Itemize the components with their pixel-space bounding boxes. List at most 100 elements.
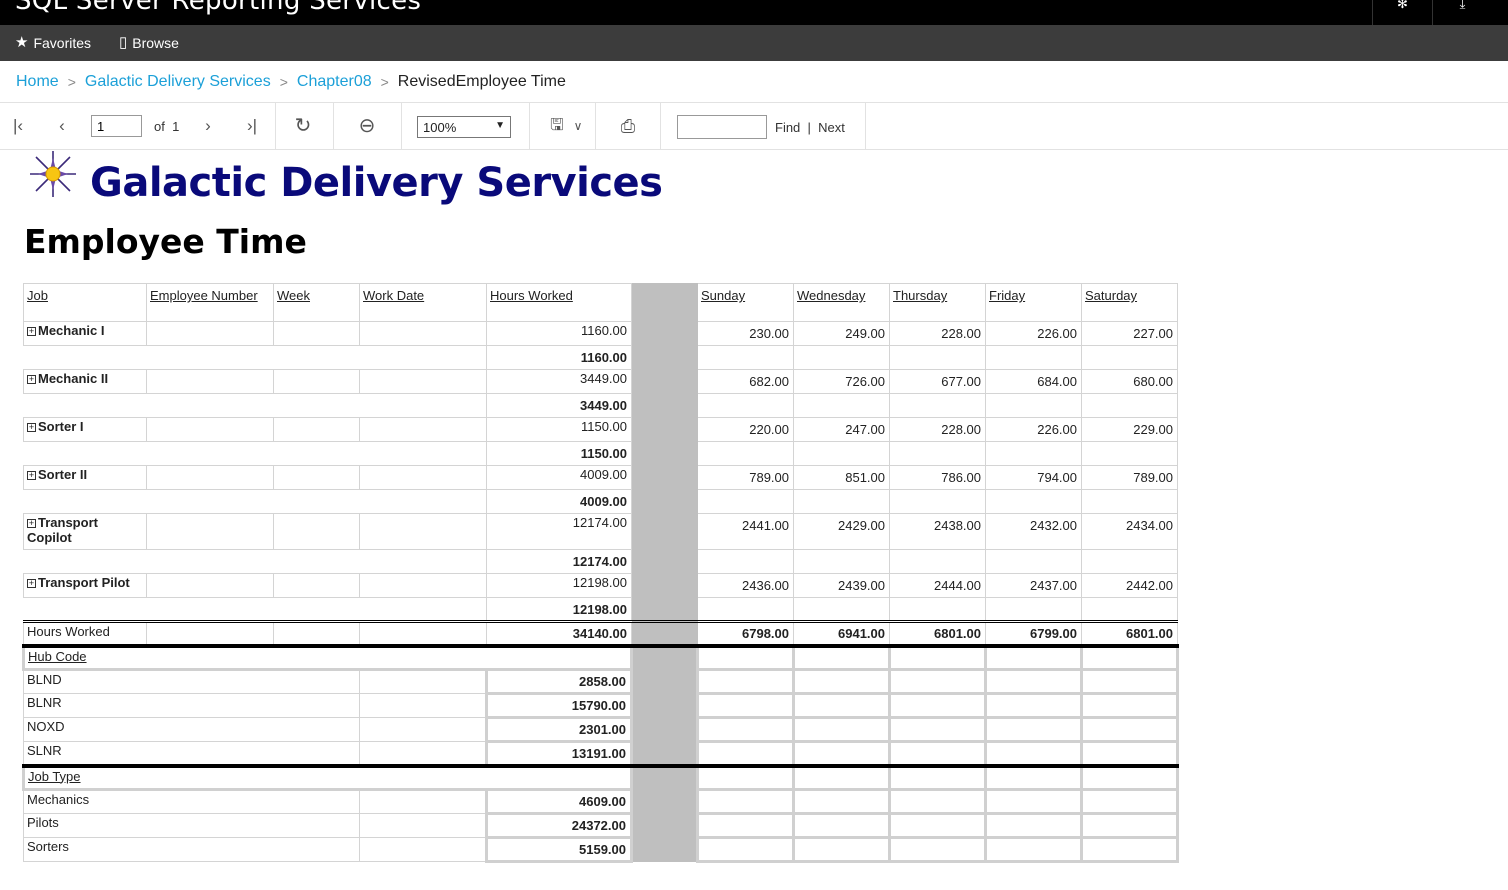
week-cell: [273, 321, 360, 346]
job-cell[interactable]: + Mechanic II: [23, 369, 147, 394]
browse-icon: ▯: [119, 34, 128, 51]
expand-icon[interactable]: +: [27, 423, 36, 432]
hub-code-value: 15790.00: [485, 692, 633, 719]
settings-icon[interactable]: ✻: [1372, 0, 1432, 25]
subtotal-spacer: [23, 345, 487, 370]
day-cell: 680.00: [1081, 369, 1178, 394]
col-saturday-header[interactable]: Saturday: [1081, 283, 1178, 322]
job-cell[interactable]: + Transport Pilot: [23, 573, 147, 598]
header-label[interactable]: Sunday: [701, 288, 745, 303]
employee-number-cell: [146, 465, 274, 490]
back-icon[interactable]: ⊖: [356, 115, 378, 137]
day-cell: 2442.00: [1081, 573, 1178, 598]
empty-cell: [1080, 692, 1179, 719]
job-type-label[interactable]: Job Type: [28, 769, 81, 784]
empty-cell: [696, 668, 795, 695]
empty-cell: [985, 393, 1082, 418]
subtotal-cell: 4009.00: [486, 489, 632, 514]
expand-icon[interactable]: +: [27, 519, 36, 528]
breadcrumb-subfolder[interactable]: Chapter08: [297, 73, 372, 91]
chevron-right-icon: >: [279, 74, 288, 90]
find-input[interactable]: [677, 115, 767, 139]
chevron-down-icon[interactable]: ∨: [567, 115, 589, 137]
col-thursday-header[interactable]: Thursday: [889, 283, 986, 322]
job-cell[interactable]: + Transport Copilot: [23, 513, 147, 550]
favorites-link[interactable]: ★ Favorites: [15, 25, 91, 61]
find-group: Find | Next: [661, 103, 866, 150]
col-friday-header[interactable]: Friday: [985, 283, 1082, 322]
job-name: Transport Copilot: [27, 515, 98, 545]
find-button[interactable]: Find: [775, 120, 800, 135]
col-work-date-header[interactable]: Work Date: [359, 283, 487, 322]
job-type-name: Pilots: [23, 813, 360, 838]
job-type-header-row: Job Type: [22, 763, 1179, 791]
page-number-input[interactable]: [91, 115, 142, 137]
empty-cell: [985, 549, 1082, 574]
expand-icon[interactable]: +: [27, 579, 36, 588]
next-page-icon[interactable]: ›: [197, 115, 219, 137]
day-cell: 226.00: [985, 417, 1082, 442]
spacer-cell: [631, 837, 698, 862]
day-cell: 684.00: [985, 369, 1082, 394]
expand-icon[interactable]: +: [27, 375, 36, 384]
empty-cell: [1080, 643, 1179, 671]
hub-code-label[interactable]: Hub Code: [28, 649, 87, 664]
browse-link[interactable]: ▯ Browse: [119, 25, 179, 61]
job-cell[interactable]: + Sorter II: [23, 465, 147, 490]
zoom-value: 100%: [423, 120, 457, 135]
empty-cell: [792, 643, 891, 671]
header-label[interactable]: Thursday: [893, 288, 947, 303]
empty-cell: [1080, 812, 1179, 839]
empty-cell: [146, 620, 274, 646]
chevron-right-icon: >: [67, 74, 76, 90]
col-job-header[interactable]: Job: [23, 283, 147, 322]
table-row: + Sorter II 4009.00 789.00 851.00 786.00 794.0…: [23, 465, 1178, 490]
zoom-select[interactable]: 100% ▼: [417, 116, 511, 138]
employee-number-cell: [146, 573, 274, 598]
first-page-icon[interactable]: |‹: [7, 115, 29, 137]
empty-cell: [984, 836, 1083, 863]
empty-cell: [792, 836, 891, 863]
empty-cell: [359, 693, 487, 718]
col-hours-worked-header[interactable]: Hours Worked: [486, 283, 632, 322]
subtotal-row: 12174.00: [23, 549, 1178, 574]
spacer-cell: [631, 693, 698, 718]
col-wednesday-header[interactable]: Wednesday: [793, 283, 890, 322]
download-icon[interactable]: ⤓: [1432, 0, 1492, 25]
col-sunday-header[interactable]: Sunday: [697, 283, 794, 322]
header-label[interactable]: Wednesday: [797, 288, 865, 303]
subtotal-spacer: [23, 393, 487, 418]
header-label[interactable]: Work Date: [363, 288, 424, 303]
empty-cell: [792, 692, 891, 719]
print-icon[interactable]: ⎙: [617, 115, 639, 137]
hours-cell: 12198.00: [486, 573, 632, 598]
refresh-icon[interactable]: ↻: [292, 115, 314, 137]
breadcrumb-folder[interactable]: Galactic Delivery Services: [85, 73, 271, 91]
header-label[interactable]: Hours Worked: [490, 288, 573, 303]
header-label[interactable]: Friday: [989, 288, 1025, 303]
zoom-group: 100% ▼: [402, 103, 530, 150]
breadcrumb-home[interactable]: Home: [16, 73, 59, 91]
header-label[interactable]: Employee Number: [150, 288, 258, 303]
job-cell[interactable]: + Sorter I: [23, 417, 147, 442]
header-label[interactable]: Saturday: [1085, 288, 1137, 303]
expand-icon[interactable]: +: [27, 471, 36, 480]
total-day-cell: 6941.00: [793, 620, 890, 646]
empty-cell: [792, 788, 891, 815]
save-icon[interactable]: 🖫: [546, 115, 568, 137]
subtotal-cell: 1160.00: [486, 345, 632, 370]
header-label[interactable]: Job: [27, 288, 48, 303]
col-employee-number-header[interactable]: Employee Number: [146, 283, 274, 322]
find-next-button[interactable]: Next: [818, 120, 845, 135]
prev-page-icon[interactable]: ‹: [51, 115, 73, 137]
expand-icon[interactable]: +: [27, 327, 36, 336]
header-label[interactable]: Week: [277, 288, 310, 303]
col-week-header[interactable]: Week: [273, 283, 360, 322]
spacer-cell: [631, 643, 698, 670]
day-cell: 2444.00: [889, 573, 986, 598]
empty-cell: [984, 692, 1083, 719]
job-cell[interactable]: + Mechanic I: [23, 321, 147, 346]
subtotal-cell: 3449.00: [486, 393, 632, 418]
empty-cell: [696, 692, 795, 719]
last-page-icon[interactable]: ›|: [241, 115, 263, 137]
